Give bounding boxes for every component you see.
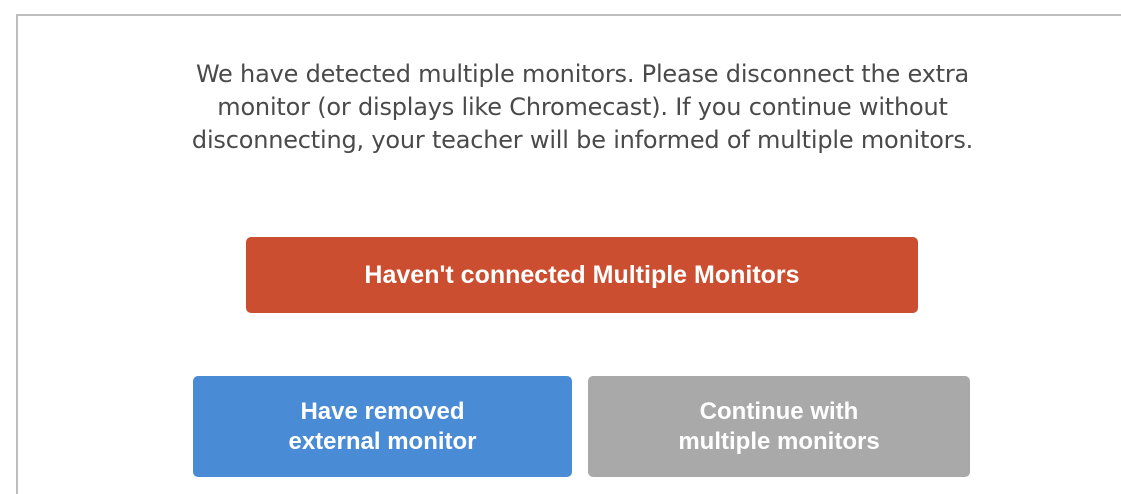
havent-connected-multiple-monitors-button[interactable]: Haven't connected Multiple Monitors xyxy=(246,237,918,313)
continue-with-multiple-monitors-button[interactable]: Continue with multiple monitors xyxy=(588,376,970,477)
monitor-warning-dialog: We have detected multiple monitors. Plea… xyxy=(0,0,1121,494)
havent-connected-button-label: Haven't connected Multiple Monitors xyxy=(364,261,800,289)
dialog-top-border xyxy=(16,14,1121,16)
multiple-monitors-message: We have detected multiple monitors. Plea… xyxy=(191,60,974,154)
have-removed-button-label: Have removed external monitor xyxy=(288,397,477,455)
dialog-left-border xyxy=(16,14,18,494)
continue-button-label: Continue with multiple monitors xyxy=(678,397,880,455)
have-removed-external-monitor-button[interactable]: Have removed external monitor xyxy=(193,376,572,477)
